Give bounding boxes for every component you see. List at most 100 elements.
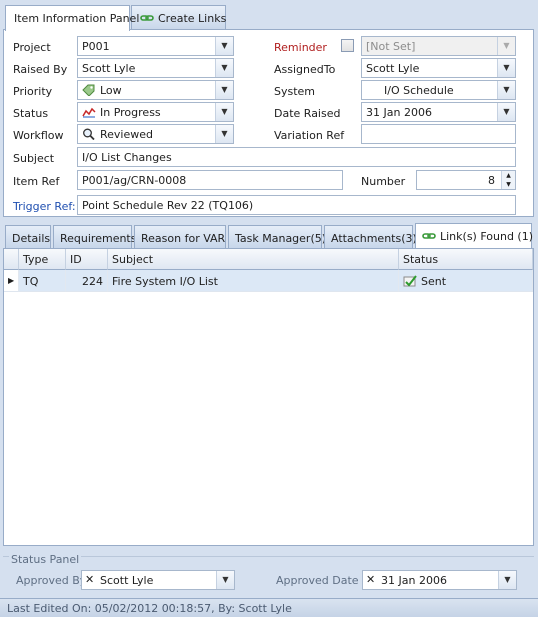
clear-x-icon[interactable]: ✕ — [85, 573, 97, 586]
tab-label: Details — [12, 232, 51, 245]
chevron-down-icon[interactable]: ▼ — [215, 125, 233, 143]
approved-by-select[interactable]: ✕ Scott Lyle ▼ — [81, 570, 235, 590]
spin-down-icon[interactable]: ▼ — [501, 180, 515, 189]
tab-requirements[interactable]: Requirements — [53, 225, 136, 248]
approved-by-label: Approved By — [16, 574, 87, 587]
variation-ref-field[interactable] — [361, 124, 516, 144]
chevron-down-icon[interactable]: ▼ — [215, 103, 233, 121]
tab-label: Reason for VAR — [141, 232, 226, 245]
chain-link-icon — [422, 230, 436, 242]
priority-label: Priority — [13, 85, 53, 98]
approved-by-value: Scott Lyle — [100, 574, 154, 587]
cell-status[interactable]: Sent — [399, 270, 533, 292]
trigger-ref-link[interactable]: Trigger Ref: — [13, 200, 76, 213]
magnifier-icon — [82, 128, 96, 141]
system-value: I/O Schedule — [384, 84, 454, 97]
date-raised-value: 31 Jan 2006 — [366, 106, 432, 119]
row-indicator-header — [4, 249, 19, 270]
column-header-subject[interactable]: Subject — [108, 249, 399, 270]
item-ref-field[interactable]: P001/ag/CRN-0008 — [77, 170, 343, 190]
row-pointer-icon: ▶ — [4, 270, 19, 292]
last-edited-text: Last Edited On: 05/02/2012 00:18:57, By:… — [7, 602, 292, 615]
tab-label: Item Information Panel — [14, 12, 140, 25]
workflow-label: Workflow — [13, 129, 64, 142]
number-spinner[interactable]: 8 ▲ ▼ — [416, 170, 516, 190]
project-select[interactable]: P001 ▼ — [77, 36, 234, 56]
column-header-status[interactable]: Status — [399, 249, 533, 270]
approved-date-label: Approved Date — [276, 574, 359, 587]
chevron-down-icon[interactable]: ▼ — [497, 37, 515, 55]
tab-label: Attachments(3) — [331, 232, 417, 245]
chevron-down-icon[interactable]: ▼ — [497, 59, 515, 77]
variation-ref-label: Variation Ref — [274, 129, 345, 142]
project-value: P001 — [82, 40, 110, 53]
date-raised-select[interactable]: 31 Jan 2006 ▼ — [361, 102, 516, 122]
number-value: 8 — [488, 174, 495, 187]
tab-label: Create Links — [158, 12, 227, 25]
chevron-down-icon[interactable]: ▼ — [498, 571, 516, 589]
chain-link-icon — [140, 12, 154, 24]
chevron-down-icon[interactable]: ▼ — [497, 81, 515, 99]
item-information-panel: Project Raised By Priority Status Workfl… — [3, 29, 534, 217]
progress-graph-icon — [82, 106, 96, 118]
number-label: Number — [361, 175, 406, 188]
tag-icon — [82, 84, 96, 97]
cell-subject[interactable]: Fire System I/O List — [108, 270, 399, 292]
assigned-to-select[interactable]: Scott Lyle ▼ — [361, 58, 516, 78]
column-header-type[interactable]: Type — [19, 249, 66, 270]
tab-label: Task Manager(5) — [235, 232, 327, 245]
system-select[interactable]: I/O Schedule ▼ — [361, 80, 516, 100]
project-label: Project — [13, 41, 51, 54]
trigger-ref-value: Point Schedule Rev 22 (TQ106) — [82, 199, 254, 212]
chevron-down-icon[interactable]: ▼ — [497, 103, 515, 121]
tab-links-found[interactable]: Link(s) Found (1) — [415, 223, 534, 248]
tab-item-information-panel[interactable]: Item Information Panel — [5, 5, 139, 31]
reminder-select[interactable]: [Not Set] ▼ — [361, 36, 516, 56]
clear-x-icon[interactable]: ✕ — [366, 573, 378, 586]
workflow-value: Reviewed — [100, 128, 153, 141]
subject-value: I/O List Changes — [82, 151, 172, 164]
chevron-down-icon[interactable]: ▼ — [215, 59, 233, 77]
links-grid: Type ID Subject Status ▶ TQ 224 Fire Sys… — [3, 248, 534, 546]
tab-attachments[interactable]: Attachments(3) — [324, 225, 417, 248]
item-ref-label: Item Ref — [13, 175, 60, 188]
item-ref-value: P001/ag/CRN-0008 — [82, 174, 187, 187]
status-select[interactable]: In Progress ▼ — [77, 102, 234, 122]
footer-status-bar: Last Edited On: 05/02/2012 00:18:57, By:… — [0, 598, 538, 617]
cell-type[interactable]: TQ — [19, 270, 66, 292]
date-raised-label: Date Raised — [274, 107, 341, 120]
approved-date-select[interactable]: ✕ 31 Jan 2006 ▼ — [362, 570, 517, 590]
reminder-label: Reminder — [274, 41, 327, 54]
priority-select[interactable]: Low ▼ — [77, 80, 234, 100]
priority-value: Low — [100, 84, 122, 97]
system-label: System — [274, 85, 316, 98]
cell-id[interactable]: 224 — [66, 270, 108, 292]
assigned-to-label: AssignedTo — [274, 63, 336, 76]
subject-label: Subject — [13, 152, 55, 165]
column-header-id[interactable]: ID — [66, 249, 108, 270]
chevron-down-icon[interactable]: ▼ — [216, 571, 234, 589]
subject-field[interactable]: I/O List Changes — [77, 147, 516, 167]
assigned-to-value: Scott Lyle — [366, 62, 420, 75]
tab-reason-for-var[interactable]: Reason for VAR — [134, 225, 226, 248]
status-panel-title: Status Panel — [9, 553, 82, 566]
tab-label: Requirements — [60, 232, 137, 245]
status-text: Sent — [421, 275, 447, 288]
tab-task-manager[interactable]: Task Manager(5) — [228, 225, 326, 248]
spin-up-icon[interactable]: ▲ — [501, 171, 515, 180]
chevron-down-icon[interactable]: ▼ — [215, 37, 233, 55]
status-value: In Progress — [100, 106, 161, 119]
raised-by-select[interactable]: Scott Lyle ▼ — [77, 58, 234, 78]
tab-label: Link(s) Found (1) — [440, 230, 534, 243]
raised-by-value: Scott Lyle — [82, 62, 136, 75]
raised-by-label: Raised By — [13, 63, 68, 76]
status-label: Status — [13, 107, 49, 120]
sent-check-icon — [403, 275, 417, 287]
chevron-down-icon[interactable]: ▼ — [215, 81, 233, 99]
tab-details[interactable]: Details — [5, 225, 51, 248]
workflow-select[interactable]: Reviewed ▼ — [77, 124, 234, 144]
tab-create-links[interactable]: Create Links — [131, 5, 226, 29]
trigger-ref-field[interactable]: Point Schedule Rev 22 (TQ106) — [77, 195, 516, 215]
reminder-value: [Not Set] — [366, 40, 416, 53]
reminder-checkbox[interactable] — [341, 39, 354, 52]
